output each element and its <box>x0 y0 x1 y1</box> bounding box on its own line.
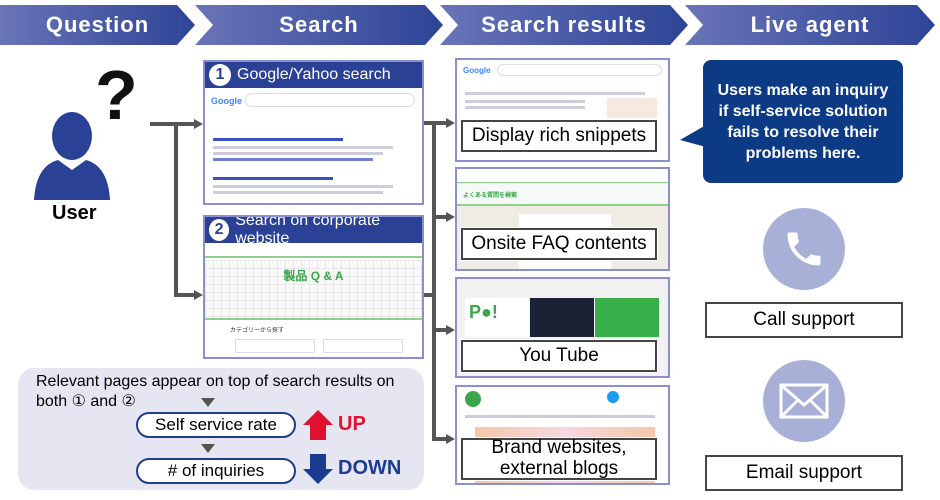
step-label: Question <box>45 12 150 37</box>
down-triangle-icon <box>201 398 215 407</box>
step-search-results: Search results <box>440 5 688 45</box>
google-logo: Google <box>211 96 242 106</box>
summary-text: Relevant pages appear on top of search r… <box>36 373 395 410</box>
connector <box>150 122 195 126</box>
phone-icon <box>763 208 845 290</box>
envelope-icon <box>763 360 845 442</box>
step-label: Search <box>279 12 359 37</box>
result-label: Display rich snippets <box>461 120 657 152</box>
corporate-site-screenshot: 2 Search on corporate website 製品 Q & A カテ… <box>203 215 424 359</box>
arrow-icon <box>446 325 455 335</box>
up-label: UP <box>338 413 366 435</box>
down-arrow-icon <box>303 454 333 484</box>
inquiry-speech-bubble: Users make an inquiry if self-service so… <box>703 60 903 183</box>
result-label: Brand websites, external blogs <box>461 437 657 480</box>
connector <box>174 122 178 297</box>
down-label: DOWN <box>338 457 402 479</box>
up-arrow-icon <box>303 410 333 440</box>
person-icon <box>34 112 110 200</box>
arrow-icon <box>446 212 455 222</box>
result-label: Onsite FAQ contents <box>461 228 657 260</box>
result-label: You Tube <box>461 340 657 372</box>
email-support-button[interactable]: Email support <box>705 455 903 491</box>
arrow-icon <box>194 290 203 300</box>
user-label: User <box>52 202 97 224</box>
category-heading: カテゴリーから探す <box>230 328 285 334</box>
arrow-icon <box>446 434 455 444</box>
arrow-icon <box>446 118 455 128</box>
summary-panel: Relevant pages appear on top of search r… <box>18 368 424 490</box>
step-search: Search <box>195 5 443 45</box>
connector <box>174 293 194 297</box>
search-bar <box>245 93 415 107</box>
call-support-button[interactable]: Call support <box>705 302 903 338</box>
page-heading: 製品 Q & A <box>283 269 344 283</box>
site-nav <box>205 243 422 258</box>
faq-heading: よくある質問を検索 <box>463 193 518 199</box>
arrow-icon <box>194 119 203 129</box>
self-service-rate-pill: Self service rate <box>136 412 296 438</box>
step-label: Live agent <box>750 12 870 37</box>
step-number: 1 <box>209 64 231 86</box>
inquiries-pill: # of inquiries <box>136 458 296 484</box>
connector <box>424 293 436 297</box>
connector <box>432 121 436 441</box>
google-search-screenshot: 1 Google/Yahoo search Google <box>203 60 424 205</box>
down-triangle-icon <box>201 444 215 453</box>
step-question: Question <box>0 5 195 45</box>
step-live-agent: Live agent <box>685 5 935 45</box>
step-label: Search results <box>481 12 647 37</box>
step-number: 2 <box>209 219 230 241</box>
box-title: Google/Yahoo search <box>237 66 391 83</box>
